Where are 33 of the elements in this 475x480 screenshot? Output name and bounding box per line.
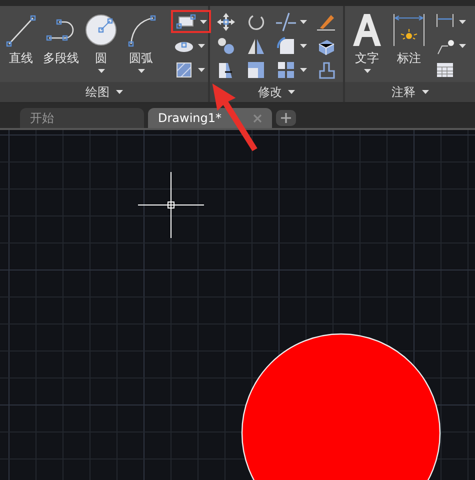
panel-title[interactable]: 绘图 — [86, 84, 110, 100]
caret-icon[interactable] — [116, 90, 122, 94]
new-tab-button[interactable] — [276, 110, 296, 126]
caret-icon[interactable] — [364, 69, 370, 73]
trim-tool-icon[interactable] — [275, 10, 297, 32]
tool-label[interactable]: 圆弧 — [129, 50, 153, 67]
tool-label[interactable]: 直线 — [9, 50, 33, 67]
caret-icon[interactable] — [422, 90, 428, 94]
tool-label[interactable]: 标注 — [397, 50, 421, 67]
dimension-tool-icon[interactable] — [391, 12, 427, 48]
caret-icon[interactable] — [288, 90, 295, 94]
crosshair-cursor — [138, 172, 204, 238]
caret-icon[interactable] — [198, 44, 205, 48]
caret-icon[interactable] — [300, 68, 307, 72]
tool-label[interactable]: 多段线 — [43, 50, 79, 67]
panel-title[interactable]: 修改 — [258, 84, 282, 100]
file-tab[interactable]: Drawing1* — [148, 108, 272, 128]
caret-icon[interactable] — [300, 44, 307, 48]
caret-icon[interactable] — [198, 68, 205, 72]
file-tab[interactable]: 开始 — [20, 108, 144, 128]
caret-icon[interactable] — [459, 20, 466, 24]
move-tool-icon[interactable] — [215, 10, 237, 32]
caret-icon[interactable] — [459, 44, 466, 48]
plus-icon[interactable] — [281, 113, 291, 123]
caret-icon[interactable] — [138, 69, 144, 73]
tool-label[interactable]: 文字 — [355, 50, 379, 67]
fillet-tool-icon[interactable] — [275, 34, 297, 56]
caret-icon[interactable] — [300, 20, 307, 24]
caret-icon[interactable] — [98, 69, 104, 73]
tool-label[interactable]: 圆 — [95, 50, 107, 67]
panel-title[interactable]: 注释 — [392, 84, 416, 100]
caret-icon[interactable] — [200, 20, 207, 24]
circle-tool-icon[interactable] — [83, 12, 119, 48]
